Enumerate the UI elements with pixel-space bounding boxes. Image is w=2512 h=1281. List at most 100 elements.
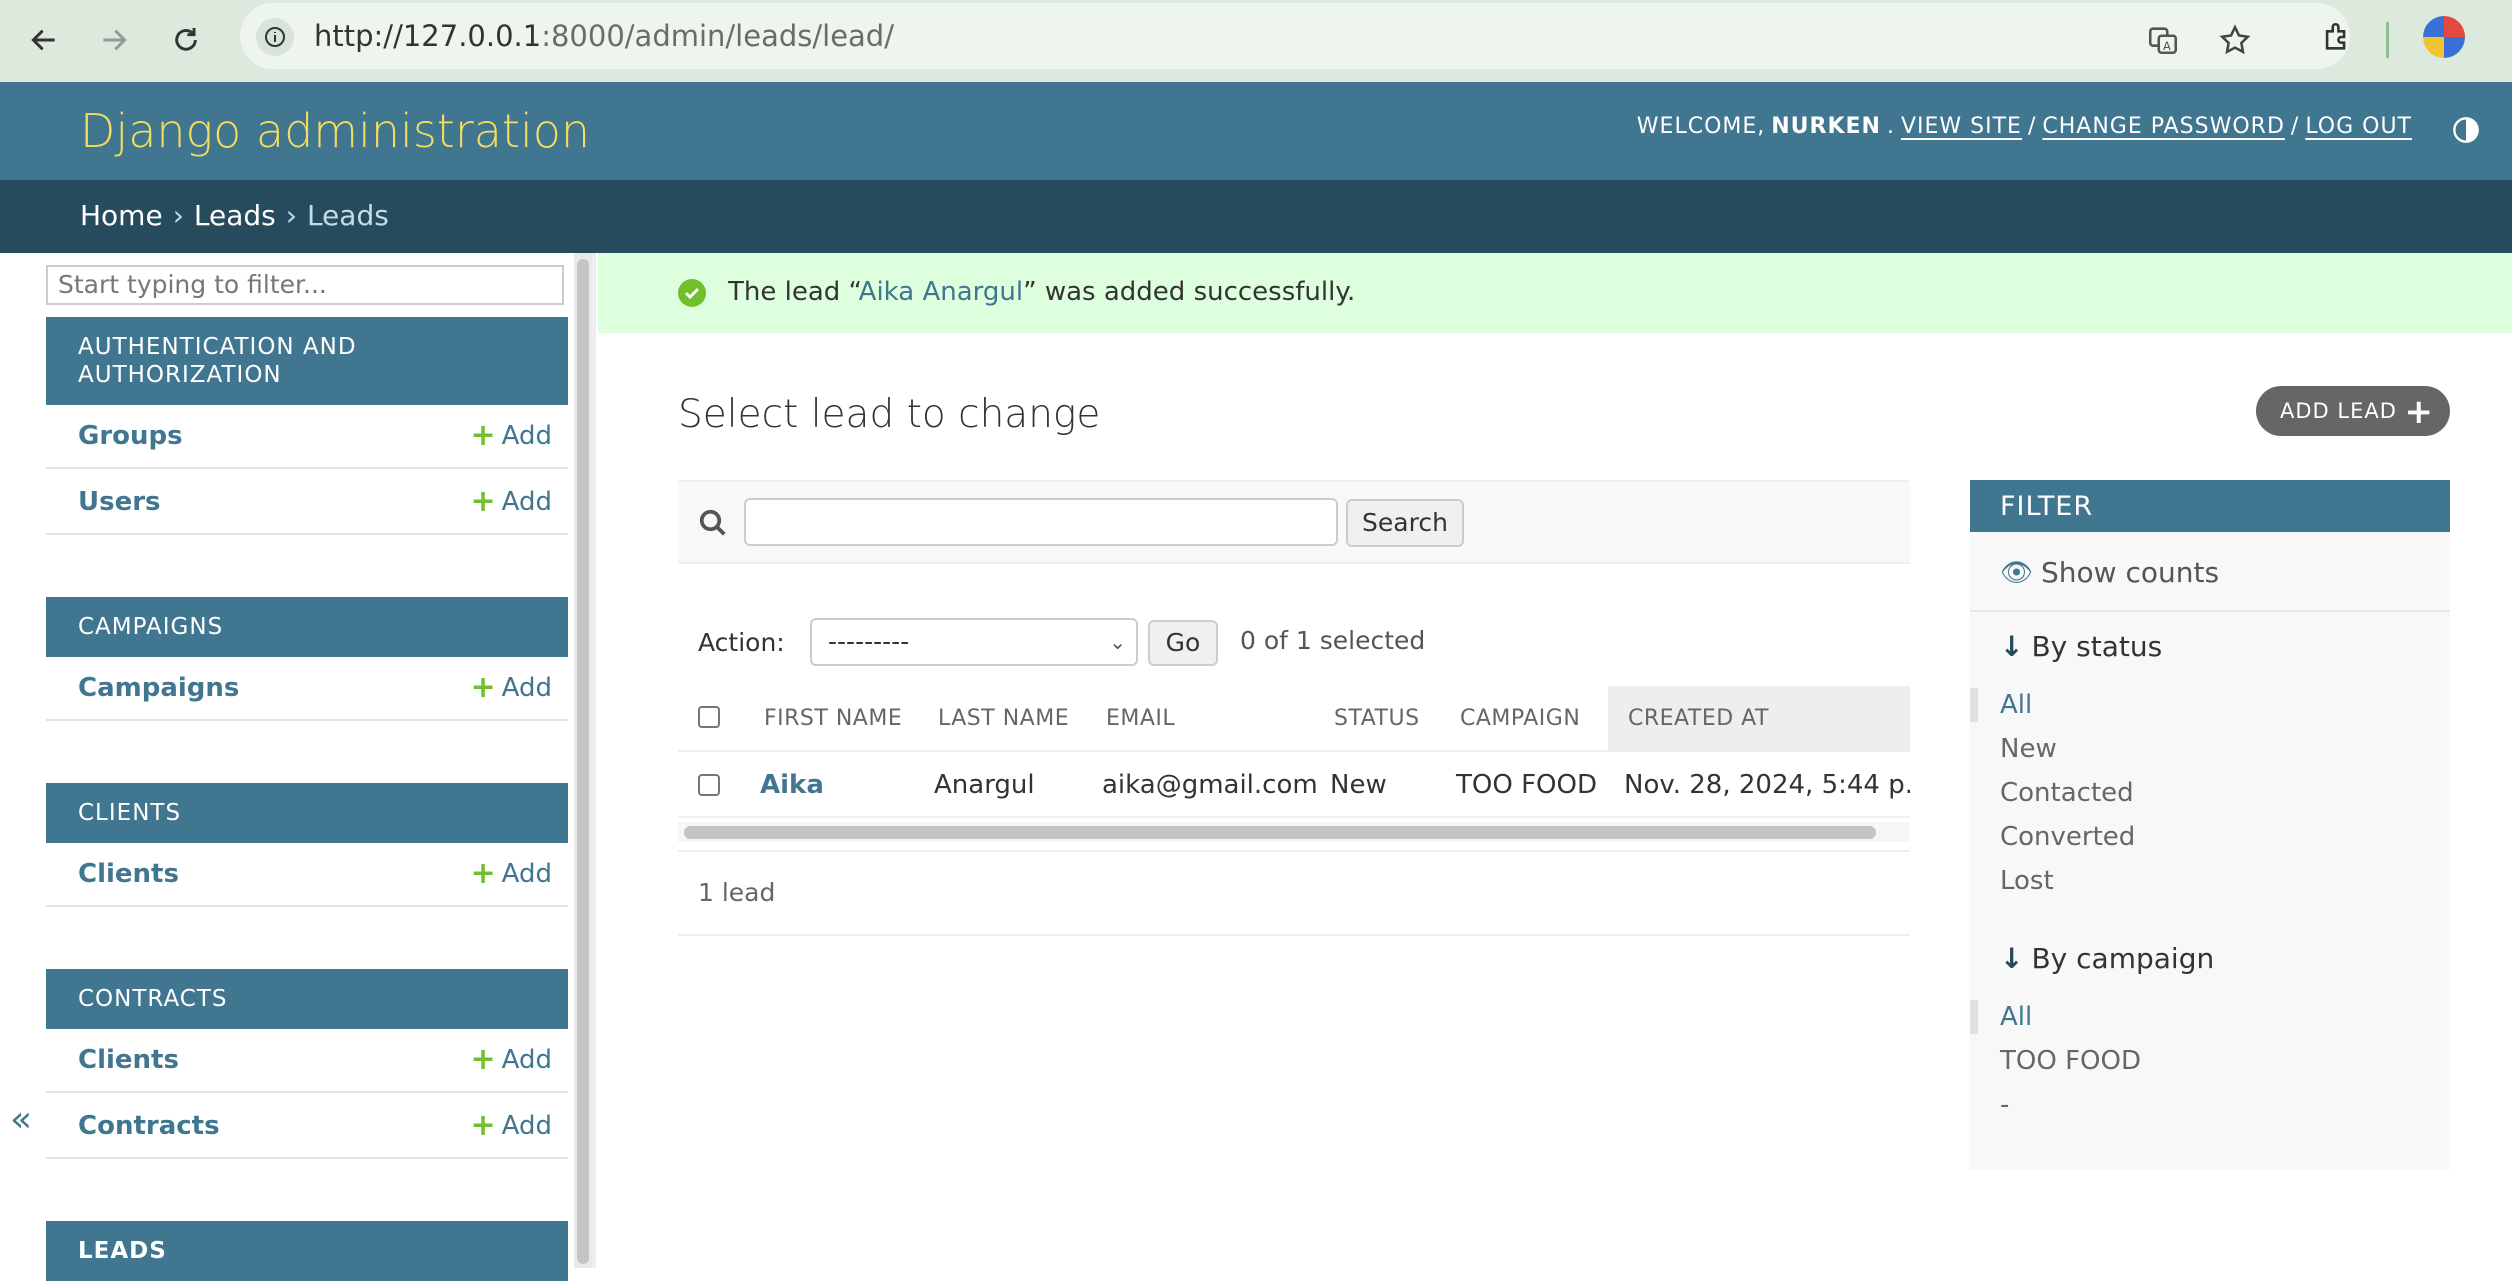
view-site-link[interactable]: VIEW SITE [1901,114,2022,139]
cell-created-at: Nov. 28, 2024, 5:44 p.m. [1624,770,1910,800]
selection-counter: 0 of 1 selected [1240,626,1426,655]
cell-email: aika@gmail.com [1102,770,1318,800]
success-check-icon [678,279,706,307]
cell-last-name: Anargul [934,770,1035,800]
go-button[interactable]: Go [1148,620,1218,666]
forward-button[interactable] [86,12,142,68]
filter-status-contacted[interactable]: Contacted [2000,778,2134,808]
search-toolbar: Search [678,480,1910,564]
filter-status-all[interactable]: All [2000,690,2032,720]
result-count: 1 lead [698,878,776,907]
arrow-left-icon [31,29,55,51]
plus-icon: + [470,1108,496,1143]
sidebar-item-label[interactable]: Groups [78,421,183,451]
address-bar[interactable]: http://127.0.0.1:8000/admin/leads/lead/ … [240,3,2350,69]
scrollbar-thumb[interactable] [684,826,1876,839]
arrow-down-icon: ↓ [2000,630,2024,663]
theme-toggle-icon[interactable] [2452,116,2480,144]
filter-heading-status[interactable]: ↓ By status [2000,630,2162,663]
sidebar-item-label[interactable]: Clients [78,859,179,889]
extensions-icon[interactable] [2314,14,2360,60]
column-created-at[interactable]: CREATED AT [1628,706,1769,731]
nav-filter-input[interactable]: Start typing to filter... [46,265,564,305]
log-out-link[interactable]: LOG OUT [2305,114,2412,139]
sidebar-toggle-area: « [0,253,44,1268]
plus-icon: + [470,484,496,519]
site-title[interactable]: Django administration [80,104,590,158]
app-caption-leads[interactable]: LEADS [46,1221,568,1281]
filter-status-new[interactable]: New [2000,734,2057,764]
column-email[interactable]: EMAIL [1106,706,1175,731]
reload-button[interactable] [158,12,214,68]
sidebar-item-label[interactable]: Clients [78,1045,179,1075]
sidebar-item-label[interactable]: Contracts [78,1111,220,1141]
add-groups-button[interactable]: + Add [471,421,552,452]
filter-title: FILTER [1970,480,2450,532]
arrow-right-icon [103,29,127,51]
sidebar-item-clients: Clients + Add [46,843,568,907]
search-button[interactable]: Search [1346,499,1464,547]
search-input[interactable] [744,498,1338,546]
select-all-checkbox[interactable] [698,706,720,728]
welcome-text: WELCOME, [1636,114,1766,139]
breadcrumb-app[interactable]: Leads [194,199,276,232]
show-counts-link[interactable]: 👁 Show counts [2000,556,2219,589]
filter-heading-campaign[interactable]: ↓ By campaign [2000,942,2214,975]
breadcrumb: Home › Leads › Leads [0,180,2512,253]
app-caption-clients[interactable]: CLIENTS [46,783,568,843]
translate-icon[interactable]: A [2140,17,2186,63]
column-campaign[interactable]: CAMPAIGN [1460,706,1580,731]
filter-campaign-all[interactable]: All [2000,1002,2032,1032]
filter-campaign-too-food[interactable]: TOO FOOD [2000,1046,2141,1076]
add-campaigns-button[interactable]: + Add [470,670,552,705]
browser-toolbar: http://127.0.0.1:8000/admin/leads/lead/ … [0,0,2512,82]
row-checkbox[interactable] [698,774,720,796]
add-contract-clients-button[interactable]: + Add [470,1042,552,1077]
filter-campaign-empty[interactable]: - [2000,1090,2009,1120]
action-select[interactable]: --------- ⌄ [810,618,1138,666]
back-button[interactable] [16,12,72,68]
cell-campaign: TOO FOOD [1456,770,1597,800]
add-lead-button[interactable]: ADD LEAD + [2256,386,2450,436]
app-caption-auth[interactable]: AUTHENTICATION AND AUTHORIZATION [46,317,568,405]
sidebar-item-contract-clients: Clients + Add [46,1029,568,1093]
app-caption-contracts[interactable]: CONTRACTS [46,969,568,1029]
filter-status-converted[interactable]: Converted [2000,822,2135,852]
results-table: FIRST NAME LAST NAME EMAIL STATUS CAMPAI… [678,686,1910,854]
table-header: FIRST NAME LAST NAME EMAIL STATUS CAMPAI… [678,686,1910,752]
site-info-icon[interactable] [256,18,294,56]
reload-icon [175,28,197,51]
collapse-sidebar-icon[interactable]: « [10,1099,32,1140]
scrollbar-thumb[interactable] [577,259,589,1264]
add-contracts-button[interactable]: + Add [470,1108,552,1143]
filter-panel: FILTER 👁 Show counts ↓ By status All New… [1970,480,2450,1170]
plus-icon: + [470,856,496,891]
user-tools: WELCOME, NURKEN. VIEW SITE / CHANGE PASS… [1636,114,2412,139]
filter-status-lost[interactable]: Lost [2000,866,2054,896]
eye-icon: 👁 [2000,557,2034,588]
table-horizontal-scrollbar[interactable] [678,822,1910,842]
bookmark-star-icon[interactable] [2212,17,2258,63]
username: NURKEN [1771,114,1881,139]
plus-icon: + [470,670,496,705]
sidebar-item-contracts: Contracts + Add [46,1095,568,1159]
column-status[interactable]: STATUS [1334,706,1420,731]
lead-link[interactable]: Aika Anargul [859,277,1023,307]
column-first-name[interactable]: FIRST NAME [764,706,902,731]
lead-first-name-link[interactable]: Aika [760,770,824,800]
search-icon [699,509,726,536]
column-last-name[interactable]: LAST NAME [938,706,1069,731]
breadcrumb-home[interactable]: Home [80,199,163,232]
sidebar-scrollbar[interactable] [574,253,592,1268]
sidebar-item-label[interactable]: Users [78,487,161,517]
change-password-link[interactable]: CHANGE PASSWORD [2042,114,2285,139]
add-users-button[interactable]: + Add [470,484,552,519]
sidebar-item-campaigns: Campaigns + Add [46,657,568,721]
plus-icon: + [2404,392,2434,432]
sidebar-item-label[interactable]: Campaigns [78,673,239,703]
plus-icon: + [470,1042,496,1077]
app-caption-campaigns[interactable]: CAMPAIGNS [46,597,568,657]
message-text: The lead “Aika Anargul” was added succes… [728,277,1356,307]
profile-avatar[interactable] [2423,16,2465,58]
add-clients-button[interactable]: + Add [470,856,552,891]
